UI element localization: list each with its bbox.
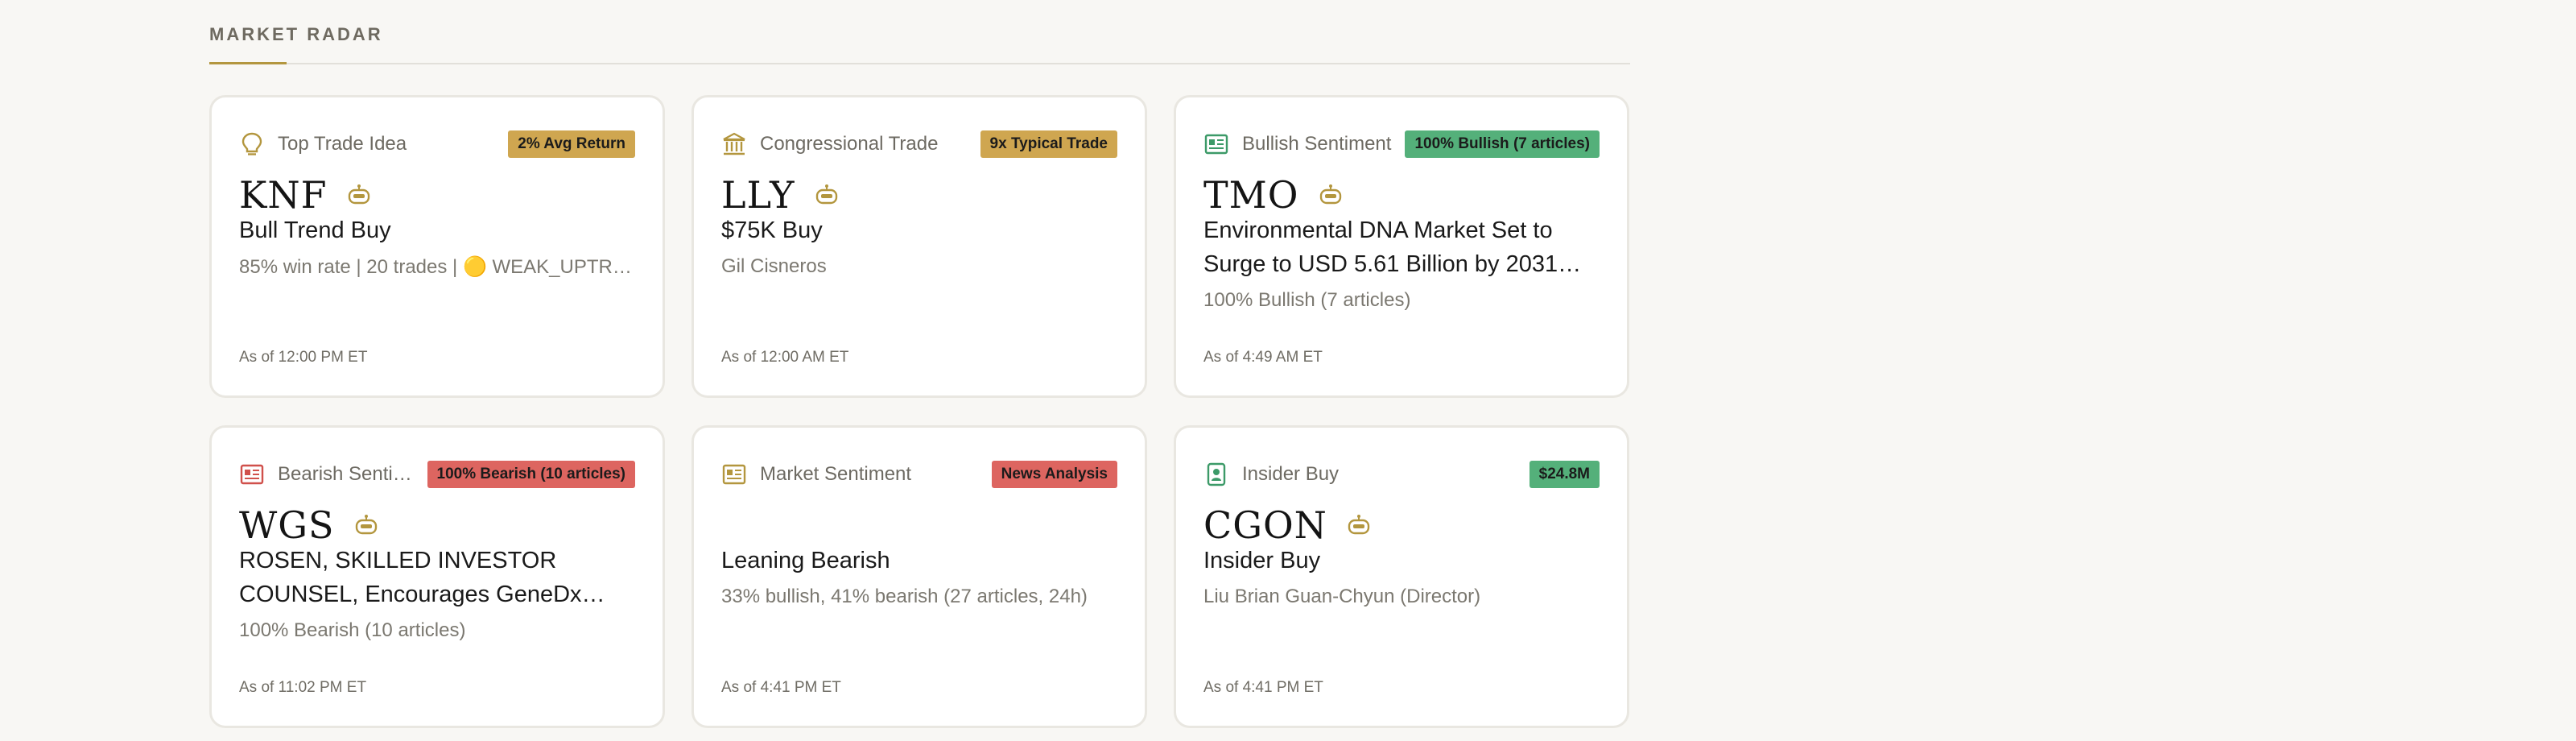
card-headline: ROSEN, SKILLED INVESTOR COUNSEL, Encoura… (239, 548, 582, 607)
robot-icon (1345, 511, 1373, 539)
card-subtext: 100% Bullish (7 articles) (1203, 289, 1411, 311)
ticker-row: WGS (239, 502, 380, 549)
radar-card-bullish-sentiment[interactable]: Bullish Sentiment 100% Bullish (7 articl… (1174, 95, 1629, 398)
section-title: MARKET RADAR (209, 24, 383, 44)
card-badge: News Analysis (991, 461, 1117, 488)
ticker-symbol[interactable]: CGON (1203, 503, 1327, 547)
card-type-label: Market Sentiment (760, 463, 912, 485)
card-badge: $24.8M (1529, 461, 1600, 488)
card-subtext: 100% Bearish (10 articles) (239, 619, 466, 641)
card-badge: 9x Typical Trade (980, 130, 1117, 158)
ticker-row: CGON (1203, 502, 1373, 549)
radar-card-congressional-trade[interactable]: Congressional Trade 9x Typical Trade LLY… (691, 95, 1147, 398)
card-subtext: Liu Brian Guan-Chyun (Director) (1203, 586, 1481, 607)
card-timestamp: As of 12:00 AM ET (721, 349, 849, 366)
card-headline: Insider Buy (1203, 548, 1321, 573)
market-radar-section: MARKET RADAR (209, 0, 1630, 64)
ticker-row: TMO (1203, 172, 1344, 218)
radar-card-grid: Top Trade Idea 2% Avg Return KNF Bull Tr… (209, 95, 1630, 728)
ticker-row: KNF (239, 172, 373, 218)
card-header: Congressional Trade 9x Typical Trade (721, 128, 1117, 160)
card-headline: Environmental DNA Market Set to Surge to… (1203, 217, 1558, 277)
card-type-label: Insider Buy (1242, 463, 1340, 485)
robot-icon (1317, 181, 1344, 209)
ticker-row: LLY (721, 172, 840, 218)
ticker-symbol[interactable]: WGS (239, 503, 335, 547)
radar-card-market-sentiment[interactable]: Market Sentiment News Analysis Leaning B… (691, 425, 1147, 728)
robot-icon (353, 511, 380, 539)
card-type-label: Bearish Sentiment (278, 463, 415, 485)
card-headline: Bull Trend Buy (239, 217, 391, 243)
card-header: Insider Buy $24.8M (1203, 458, 1600, 491)
card-headline: $75K Buy (721, 217, 823, 243)
card-timestamp: As of 12:00 PM ET (239, 349, 368, 366)
card-timestamp: As of 11:02 PM ET (239, 679, 367, 696)
card-timestamp: As of 4:41 PM ET (721, 679, 841, 696)
card-badge: 2% Avg Return (508, 130, 635, 158)
card-subtext: 33% bullish, 41% bearish (27 articles, 2… (721, 586, 1088, 607)
ticker-symbol[interactable]: TMO (1203, 173, 1299, 217)
card-header: Top Trade Idea 2% Avg Return (239, 128, 635, 160)
card-header: Market Sentiment News Analysis (721, 458, 1117, 491)
newspaper-green-icon (1203, 131, 1229, 157)
card-subtext: 85% win rate | 20 trades | 🟡 WEAK_UPTREN… (239, 256, 635, 278)
card-headline: Leaning Bearish (721, 548, 890, 573)
card-type-label: Top Trade Idea (278, 133, 407, 155)
card-subtext: Gil Cisneros (721, 255, 827, 277)
radar-card-top-trade-idea[interactable]: Top Trade Idea 2% Avg Return KNF Bull Tr… (209, 95, 665, 398)
card-badge: 100% Bearish (10 articles) (427, 461, 635, 488)
card-timestamp: As of 4:41 PM ET (1203, 679, 1323, 696)
radar-card-bearish-sentiment[interactable]: Bearish Sentiment 100% Bearish (10 artic… (209, 425, 665, 728)
section-title-underline (209, 62, 287, 64)
newspaper-gold-icon (721, 462, 747, 487)
card-type-label: Congressional Trade (760, 133, 939, 155)
radar-card-insider-buy[interactable]: Insider Buy $24.8M CGON Insider Buy Liu … (1174, 425, 1629, 728)
newspaper-red-icon (239, 462, 265, 487)
id-badge-icon (1203, 462, 1229, 487)
ticker-symbol[interactable]: LLY (721, 173, 795, 217)
lightbulb-icon (239, 131, 265, 157)
capitol-building-icon (721, 131, 747, 157)
robot-icon (813, 181, 840, 209)
card-type-label: Bullish Sentiment (1242, 133, 1392, 155)
card-timestamp: As of 4:49 AM ET (1203, 349, 1323, 366)
card-badge: 100% Bullish (7 articles) (1405, 130, 1600, 158)
ticker-symbol[interactable]: KNF (239, 173, 328, 217)
card-header: Bullish Sentiment 100% Bullish (7 articl… (1203, 128, 1600, 160)
section-header: MARKET RADAR (209, 0, 1630, 64)
robot-icon (345, 181, 373, 209)
card-header: Bearish Sentiment 100% Bearish (10 artic… (239, 458, 635, 491)
